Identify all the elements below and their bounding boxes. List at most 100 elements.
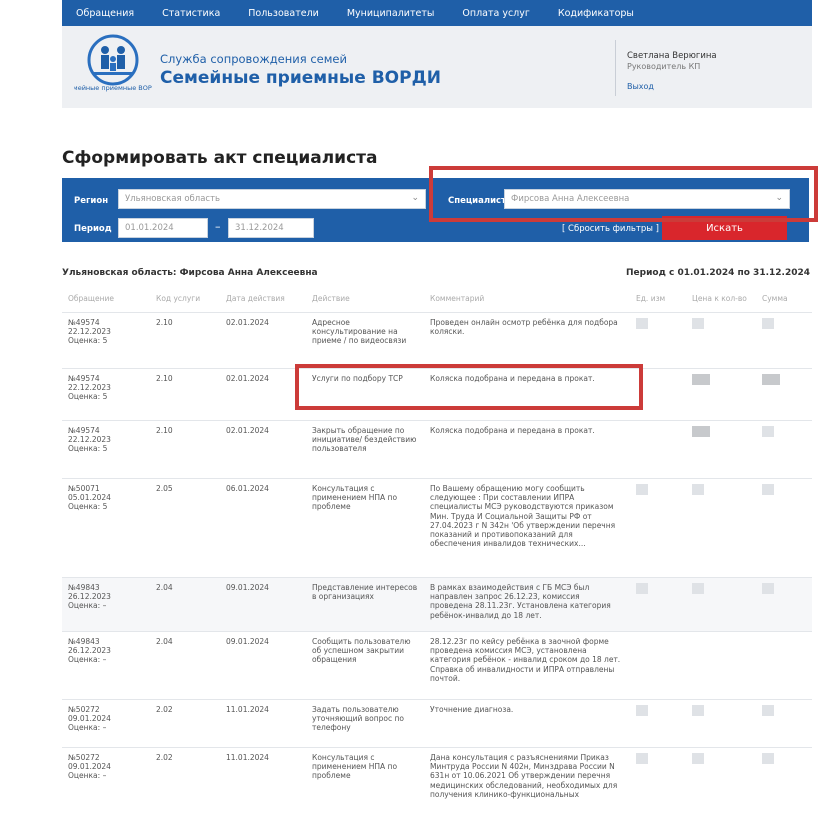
price-cell [692, 318, 704, 329]
service-code: 2.10 [150, 368, 220, 421]
action-date: 02.01.2024 [220, 420, 306, 479]
comment-text: Коляска подобрана и передана в прокат. [424, 420, 630, 479]
table-row[interactable]: №49843 26.12.2023 Оценка: – 2.04 09.01.202… [62, 577, 812, 632]
action-text: Закрыть обращение по инициативе/ бездейс… [306, 420, 424, 479]
nav-item-users[interactable]: Пользователи [248, 8, 319, 19]
col-comment: Комментарий [430, 294, 485, 303]
table-row[interactable]: №50272 09.01.2024 Оценка: – 2.02 11.01.202… [62, 699, 812, 748]
date-to-input[interactable]: 31.12.2024 [228, 218, 314, 238]
comment-text: Коляска подобрана и передана в прокат. [424, 368, 630, 421]
table-row[interactable]: №49574 22.12.2023 Оценка: 5 2.10 02.01.202… [62, 420, 812, 479]
results-title: Ульяновская область: Фирсова Анна Алексе… [62, 268, 318, 278]
action-text: Консультация с применением НПА по пробле… [306, 747, 424, 818]
action-text: Консультация с применением НПА по пробле… [306, 478, 424, 578]
request-score: Оценка: 5 [68, 336, 108, 346]
col-unit: Ед. изм [636, 294, 666, 303]
date-dash: – [215, 220, 221, 233]
nav-item-municipalities[interactable]: Муниципалитеты [347, 8, 435, 19]
nav-item-statistics[interactable]: Статистика [162, 8, 220, 19]
action-date: 06.01.2024 [220, 478, 306, 578]
site-header: Семейные приемные ВОРДИ Служба сопровожд… [62, 26, 812, 108]
request-score: Оценка: – [68, 723, 107, 733]
col-action: Действие [312, 294, 350, 303]
sum-cell [762, 318, 774, 329]
request-number[interactable]: №49574 [68, 426, 144, 435]
table-row[interactable]: №50071 05.01.2024 Оценка: 5 2.05 06.01.202… [62, 478, 812, 578]
table-row[interactable]: №49843 26.12.2023 Оценка: – 2.04 09.01.202… [62, 631, 812, 700]
sum-cell [762, 426, 774, 437]
service-code: 2.04 [150, 577, 220, 632]
comment-text: 28.12.23г по кейсу ребёнка в заочной фор… [424, 631, 630, 700]
request-number[interactable]: №50071 [68, 484, 144, 493]
action-text: Представление интересов в организациях [306, 577, 424, 632]
request-number[interactable]: №49574 [68, 318, 144, 327]
price-cell [692, 753, 704, 764]
chevron-down-icon: ⌄ [411, 193, 419, 203]
col-sum: Сумма [762, 294, 788, 303]
unit-cell [636, 753, 648, 764]
request-date: 26.12.2023 [68, 592, 111, 602]
col-price-qty: Цена к кол-во [692, 294, 747, 303]
request-date: 09.01.2024 [68, 714, 111, 724]
col-request: Обращение [68, 294, 114, 303]
col-service-code: Код услуги [156, 294, 201, 303]
col-action-date: Дата действия [226, 294, 285, 303]
request-date: 05.01.2024 [68, 493, 111, 503]
search-button[interactable]: Искать [662, 216, 787, 240]
action-text: Адресное консультирование на приеме / по… [306, 312, 424, 369]
request-date: 09.01.2024 [68, 762, 111, 772]
nav-item-requests[interactable]: Обращения [76, 8, 134, 19]
service-code: 2.05 [150, 478, 220, 578]
sum-cell [762, 583, 774, 594]
request-score: Оценка: – [68, 655, 107, 665]
request-number[interactable]: №49843 [68, 637, 144, 646]
results-table: Обращение Код услуги Дата действия Дейст… [62, 290, 812, 818]
logo[interactable]: Семейные приемные ВОРДИ [74, 32, 152, 104]
service-code: 2.02 [150, 747, 220, 818]
logout-link[interactable]: Выход [627, 82, 654, 91]
price-cell [692, 374, 710, 385]
request-date: 22.12.2023 [68, 435, 111, 445]
date-from-input[interactable]: 01.01.2024 [118, 218, 208, 238]
request-date: 26.12.2023 [68, 646, 111, 656]
service-code: 2.10 [150, 312, 220, 369]
table-row[interactable]: №50272 09.01.2024 Оценка: – 2.02 11.01.202… [62, 747, 812, 818]
request-number[interactable]: №50272 [68, 705, 144, 714]
action-date: 02.01.2024 [220, 312, 306, 369]
action-text: Услуги по подбору ТСР [306, 368, 424, 421]
price-cell [692, 426, 710, 437]
reset-filters-link[interactable]: [ Сбросить фильтры ] [562, 224, 659, 234]
request-score: Оценка: – [68, 601, 107, 611]
request-number[interactable]: №49574 [68, 374, 144, 383]
region-select[interactable]: Ульяновская область ⌄ [118, 189, 426, 209]
service-code: 2.10 [150, 420, 220, 479]
table-row[interactable]: №49574 22.12.2023 Оценка: 5 2.10 02.01.202… [62, 368, 812, 421]
action-date: 02.01.2024 [220, 368, 306, 421]
sum-cell [762, 484, 774, 495]
nav-item-payments[interactable]: Оплата услуг [462, 8, 530, 19]
region-label: Регион [74, 196, 109, 206]
header-divider [615, 40, 616, 96]
comment-text: В рамках взаимодействия с ГБ МСЭ был нап… [424, 577, 630, 632]
price-cell [692, 705, 704, 716]
header-title: Семейные приемные ВОРДИ [160, 68, 441, 88]
specialist-select[interactable]: Фирсова Анна Алексеевна ⌄ [504, 189, 790, 209]
period-label: Период [74, 224, 112, 234]
request-score: Оценка: 5 [68, 502, 108, 512]
request-score: Оценка: – [68, 771, 107, 781]
price-cell [692, 583, 704, 594]
page-title: Сформировать акт специалиста [62, 148, 378, 168]
service-code: 2.02 [150, 699, 220, 748]
request-date: 22.12.2023 [68, 383, 111, 393]
request-number[interactable]: №49843 [68, 583, 144, 592]
action-date: 11.01.2024 [220, 747, 306, 818]
region-value: Ульяновская область [125, 194, 221, 204]
request-number[interactable]: №50272 [68, 753, 144, 762]
comment-text: Уточнение диагноза. [424, 699, 630, 748]
specialist-value: Фирсова Анна Алексеевна [511, 194, 630, 204]
table-row[interactable]: №49574 22.12.2023 Оценка: 5 2.10 02.01.202… [62, 312, 812, 369]
request-score: Оценка: 5 [68, 444, 108, 454]
comment-text: По Вашему обращению могу сообщить следую… [424, 478, 630, 578]
action-date: 09.01.2024 [220, 631, 306, 700]
nav-item-codifiers[interactable]: Кодификаторы [558, 8, 634, 19]
